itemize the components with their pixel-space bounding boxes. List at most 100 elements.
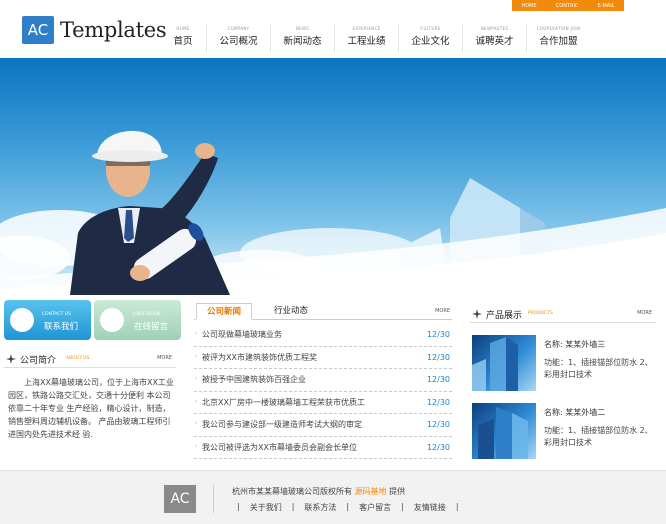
guestbook-button[interactable]: QUESTBOOK 在线留言 [94, 300, 181, 340]
quick-links: CONTACT US 联系我们 QUESTBOOK 在线留言 [4, 300, 181, 340]
copyright-text: 杭州市某某幕墙玻璃公司版权所有 [232, 487, 352, 496]
news-date: 12/30 [426, 420, 450, 430]
product-name: 名称: 某某外墙二 [544, 408, 606, 417]
sparkle-icon [472, 309, 482, 319]
product-desc: 功能：1、插接锚部位防水 2、彩用封口技术 [544, 358, 653, 379]
nav-cn-label: 合作加盟 [539, 36, 578, 47]
nav-item-cooperation[interactable]: COOPERATION JOIN 合作加盟 [526, 24, 590, 52]
nav-en-label: CULTURE [420, 26, 441, 31]
news-list: 公司现做幕墙玻璃业务 12/30 被评为XX市建筑装饰优质工程奖 12/30 被授予… [194, 324, 452, 459]
products-en: PRODUCTS [528, 311, 553, 316]
top-utility-bar: HOME CONTRIC E-MAIL [512, 0, 624, 11]
link-separator: | [237, 502, 240, 511]
nav-item-jobs[interactable]: NEWPAGTES 诚聘英才 [462, 24, 526, 52]
product-card[interactable]: 名称: 某某外墙三 功能：1、插接锚部位防水 2、彩用封口技术 [472, 335, 654, 391]
contact-cn: 联系我们 [44, 322, 79, 332]
nav-cn-label: 诚聘英才 [475, 36, 514, 47]
nav-item-news[interactable]: NEWS 新闻动态 [270, 24, 334, 52]
nav-en-label: COMPANY [227, 26, 250, 31]
nav-item-company[interactable]: COMPANY 公司概况 [206, 24, 270, 52]
list-item[interactable]: 我公司参与建设部一级建造师考试大纲的审定 12/30 [194, 414, 452, 437]
tab-industry-news[interactable]: 行业动态 [264, 303, 318, 320]
source-link[interactable]: 源码基地 [355, 487, 387, 496]
nav-en-label: NEWS [295, 26, 310, 31]
intro-more-link[interactable]: MORE [157, 355, 172, 361]
site-logo[interactable]: AC Templates [22, 16, 167, 44]
nav-en-label: COOPERATION JOIN [536, 26, 581, 31]
guestbook-en: QUESTBOOK [132, 312, 161, 317]
footer: AC 杭州市某某幕墙玻璃公司版权所有 源码基地 提供 | 关于我们 | 联系方法… [0, 470, 666, 524]
footer-link-messages[interactable]: 客户留言 [354, 502, 396, 513]
hero-banner [0, 58, 666, 295]
footer-link-contact[interactable]: 联系方法 [299, 502, 341, 513]
product-card[interactable]: 名称: 某某外墙二 功能：1、插接锚部位防水 2、彩用封口技术 [472, 403, 654, 459]
nav-cn-label: 工程业绩 [347, 36, 386, 47]
building-icon [478, 407, 528, 459]
news-title[interactable]: 我公司被评选为XX市幕墙委员会副会长单位 [194, 442, 357, 453]
nav-item-experience[interactable]: EXPERIENCE 工程业绩 [334, 24, 398, 52]
contact-us-button[interactable]: CONTACT US 联系我们 [4, 300, 91, 340]
copyright-suffix: 提供 [389, 487, 406, 496]
news-title[interactable]: 被评为XX市建筑装饰优质工程奖 [194, 352, 317, 363]
product-desc: 功能：1、插接锚部位防水 2、彩用封口技术 [544, 426, 653, 447]
nav-cn-label: 首页 [173, 36, 193, 47]
list-item[interactable]: 被授予中国建筑装饰百强企业 12/30 [194, 369, 452, 392]
list-item[interactable]: 公司现做幕墙玻璃业务 12/30 [194, 324, 452, 347]
news-more-link[interactable]: MORE [435, 308, 450, 314]
news-title[interactable]: 北京XX厂房中一楼玻璃幕墙工程荣获市优质工 [194, 397, 365, 408]
link-separator: | [455, 502, 459, 511]
products-section-header: 产品展示 PRODUCTS MORE [470, 305, 656, 323]
news-date: 12/30 [426, 330, 450, 340]
news-date: 12/30 [426, 352, 450, 362]
logo-text: Templates [60, 18, 167, 42]
topbar-contact-link[interactable]: CONTRIC [556, 3, 579, 9]
news-date: 12/30 [426, 442, 450, 452]
nav-en-label: NEWPAGTES [480, 26, 509, 31]
tab-company-news[interactable]: 公司新闻 [196, 303, 253, 320]
link-separator: | [401, 502, 404, 511]
nav-cn-label: 公司概况 [219, 36, 258, 47]
news-date: 12/30 [426, 397, 450, 407]
topbar-home-link[interactable]: HOME [522, 3, 537, 9]
product-image[interactable] [472, 335, 536, 391]
nav-en-label: HOME [176, 26, 190, 31]
header: AC Templates HOME CONTRIC E-MAIL HOME 首页… [0, 0, 666, 58]
products-more-link[interactable]: MORE [637, 310, 652, 316]
nav-item-home[interactable]: HOME 首页 [160, 24, 206, 52]
footer-copyright: 杭州市某某幕墙玻璃公司版权所有 源码基地 提供 [232, 486, 405, 497]
news-title[interactable]: 被授予中国建筑装饰百强企业 [194, 374, 306, 385]
products-title: 产品展示 [486, 311, 523, 321]
news-title[interactable]: 我公司参与建设部一级建造师考试大纲的审定 [194, 419, 362, 430]
news-date: 12/30 [426, 375, 450, 385]
headset-icon [100, 308, 124, 332]
nav-en-label: EXPERIENCE [352, 26, 381, 31]
link-separator: | [291, 502, 295, 511]
sparkle-icon [6, 354, 16, 364]
news-tabs: 公司新闻 行业动态 MORE [194, 303, 452, 320]
footer-links: | 关于我们 | 联系方法 | 客户留言 | 友情链接 | [232, 502, 464, 513]
link-separator: | [346, 502, 350, 511]
contact-en: CONTACT US [42, 312, 71, 317]
news-title[interactable]: 公司现做幕墙玻璃业务 [194, 329, 282, 340]
intro-en: ABOUT US [66, 356, 90, 361]
product-name: 名称: 某某外墙三 [544, 340, 606, 349]
intro-section-header: 公司简介 ABOUT US MORE [4, 350, 176, 368]
main-nav: HOME 首页 COMPANY 公司概况 NEWS 新闻动态 EXPERIENC… [160, 24, 590, 52]
product-image[interactable] [472, 403, 536, 459]
list-item[interactable]: 北京XX厂房中一楼玻璃幕墙工程荣获市优质工 12/30 [194, 392, 452, 414]
guestbook-cn: 在线留言 [134, 322, 169, 332]
topbar-email-link[interactable]: E-MAIL [598, 3, 615, 9]
list-item[interactable]: 被评为XX市建筑装饰优质工程奖 12/30 [194, 347, 452, 369]
nav-cn-label: 企业文化 [411, 36, 450, 47]
banner-illustration [0, 130, 666, 295]
building-icon [472, 337, 518, 391]
footer-link-friends[interactable]: 友情链接 [409, 502, 451, 513]
intro-title: 公司简介 [20, 356, 57, 366]
nav-cn-label: 新闻动态 [283, 36, 322, 47]
footer-logo: AC [164, 485, 196, 513]
logo-badge: AC [22, 16, 54, 44]
list-item[interactable]: 我公司被评选为XX市幕墙委员会副会长单位 12/30 [194, 437, 452, 459]
nav-item-culture[interactable]: CULTURE 企业文化 [398, 24, 462, 52]
footer-link-about[interactable]: 关于我们 [245, 502, 287, 513]
intro-text: 上海XX幕墙玻璃公司，位于上海市XX工业园区，铁路公路交汇处，交通十分便利 本公… [8, 378, 174, 439]
